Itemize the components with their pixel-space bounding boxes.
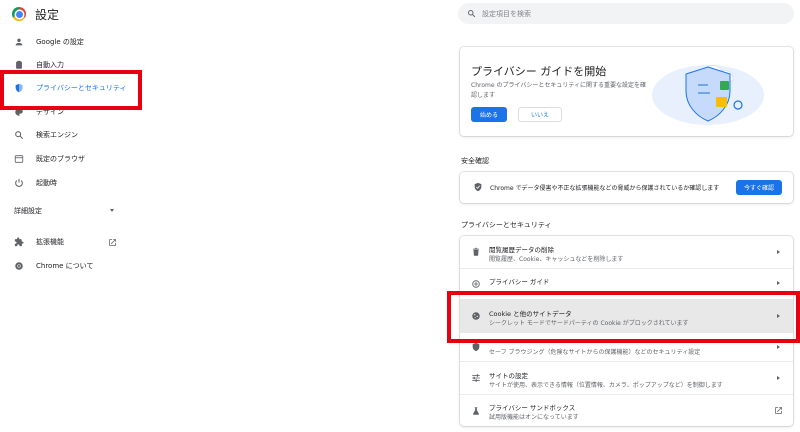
privacy-shield-illustration <box>652 64 764 125</box>
safety-check-heading: 安全確認 <box>461 157 489 165</box>
privacy-guide-card: プライバシー ガイドを開始 Chrome のプライバシーとセキュリティに関する重… <box>460 47 793 136</box>
puzzle-icon <box>14 237 24 247</box>
sidebar-item-about[interactable]: Chrome について <box>0 255 140 277</box>
chrome-icon <box>14 261 24 271</box>
sidebar-item-privacy[interactable]: プライバシーとセキュリティ <box>0 77 140 99</box>
chevron-down-icon[interactable] <box>110 209 114 212</box>
clipboard-icon <box>14 60 24 70</box>
trash-icon <box>471 247 481 257</box>
row-subtitle: セーフ ブラウジング（危険なサイトからの保護機能）などのセキュリティ設定 <box>489 349 701 356</box>
privacy-guide-description: Chrome のプライバシーとセキュリティに関する重要な設定を確認します <box>471 82 646 99</box>
sidebar-item-label: 検索エンジン <box>36 131 78 139</box>
search-icon <box>468 10 476 18</box>
row-subtitle: 閲覧履歴、Cookie、キャッシュなどを削除します <box>489 256 624 263</box>
shield-icon <box>14 83 24 93</box>
list-row-clear-browsing-data[interactable]: 閲覧履歴データの削除 閲覧履歴、Cookie、キャッシュなどを削除します <box>460 236 793 268</box>
chrome-logo-icon <box>12 7 26 21</box>
list-row-site-settings[interactable]: サイトの設定 サイトが使用、表示できる情報（位置情報、カメラ、ポップアップなど）… <box>460 362 793 394</box>
check-now-button[interactable]: 今すぐ確認 <box>736 180 782 195</box>
safety-check-card: Chrome でデータ侵害や不正な拡張機能などの脅威から保護されているか確認しま… <box>460 172 793 203</box>
list-row-security[interactable]: セーフ ブラウジング（危険なサイトからの保護機能）などのセキュリティ設定 <box>460 333 793 361</box>
sidebar-item-startup[interactable]: 起動時 <box>0 172 140 194</box>
sidebar-item-extensions[interactable]: 拡張機能 <box>0 231 140 253</box>
chevron-right-icon <box>777 250 780 254</box>
row-title: プライバシー ガイド <box>489 278 550 286</box>
external-link-icon <box>109 238 116 246</box>
dismiss-guide-button[interactable]: いいえ <box>518 107 562 122</box>
row-subtitle: サイトが使用、表示できる情報（位置情報、カメラ、ポップアップなど）を制御します <box>489 382 723 389</box>
chevron-right-icon <box>777 314 780 318</box>
privacy-guide-title: プライバシー ガイドを開始 <box>471 65 607 78</box>
shield-check-icon <box>474 182 482 192</box>
chevron-right-icon <box>777 376 780 380</box>
advanced-settings-toggle[interactable]: 詳細設定 <box>14 206 42 216</box>
row-title: プライバシー サンドボックス <box>489 404 576 412</box>
privacy-security-heading: プライバシーとセキュリティ <box>461 221 552 229</box>
power-icon <box>14 178 24 188</box>
cookie-icon <box>471 311 481 321</box>
sidebar-item-search-engine[interactable]: 検索エンジン <box>0 124 140 146</box>
list-row-privacy-guide[interactable]: プライバシー ガイド <box>460 269 793 299</box>
flask-icon <box>471 406 481 416</box>
sidebar-item-label: Google の設定 <box>36 38 84 46</box>
settings-search[interactable] <box>458 3 794 24</box>
page-title: 設定 <box>35 8 60 22</box>
browser-icon <box>14 154 24 164</box>
sidebar-item-autofill[interactable]: 自動入力 <box>0 54 140 76</box>
sidebar-item-design[interactable]: デザイン <box>0 101 140 123</box>
sidebar-item-label: プライバシーとセキュリティ <box>36 84 127 92</box>
sidebar-item-google[interactable]: Google の設定 <box>0 31 140 53</box>
sliders-icon <box>471 373 481 383</box>
row-title: Cookie と他のサイトデータ <box>489 310 572 318</box>
sidebar-item-label: 既定のブラウザ <box>36 155 85 163</box>
sidebar-item-label: 拡張機能 <box>36 238 64 246</box>
list-row-cookies[interactable]: Cookie と他のサイトデータ シークレット モードでサードパーティの Coo… <box>460 299 793 333</box>
privacy-security-list: 閲覧履歴データの削除 閲覧履歴、Cookie、キャッシュなどを削除します プライ… <box>460 236 793 426</box>
chevron-right-icon <box>777 345 780 349</box>
chevron-right-icon <box>777 281 780 285</box>
sidebar-item-default-browser[interactable]: 既定のブラウザ <box>0 148 140 170</box>
start-guide-button[interactable]: 始める <box>471 107 507 122</box>
palette-icon <box>14 107 24 117</box>
external-link-icon <box>775 407 782 414</box>
row-title: サイトの設定 <box>489 372 528 380</box>
safety-check-text: Chrome でデータ侵害や不正な拡張機能などの脅威から保護されているか確認しま… <box>490 185 720 192</box>
sidebar-item-label: Chrome について <box>36 262 94 270</box>
person-icon <box>14 37 24 47</box>
sidebar-item-label: 起動時 <box>36 179 57 187</box>
guide-icon <box>471 279 481 289</box>
row-subtitle: 試用版機能はオンになっています <box>489 414 579 421</box>
search-icon <box>14 130 24 140</box>
row-title: 閲覧履歴データの削除 <box>489 246 554 254</box>
row-subtitle: シークレット モードでサードパーティの Cookie がブロックされています <box>489 320 689 327</box>
sidebar-item-label: デザイン <box>36 108 64 116</box>
sidebar-item-label: 自動入力 <box>36 61 64 69</box>
list-row-privacy-sandbox[interactable]: プライバシー サンドボックス 試用版機能はオンになっています <box>460 395 793 426</box>
security-icon <box>471 342 481 352</box>
search-input[interactable] <box>482 9 782 18</box>
